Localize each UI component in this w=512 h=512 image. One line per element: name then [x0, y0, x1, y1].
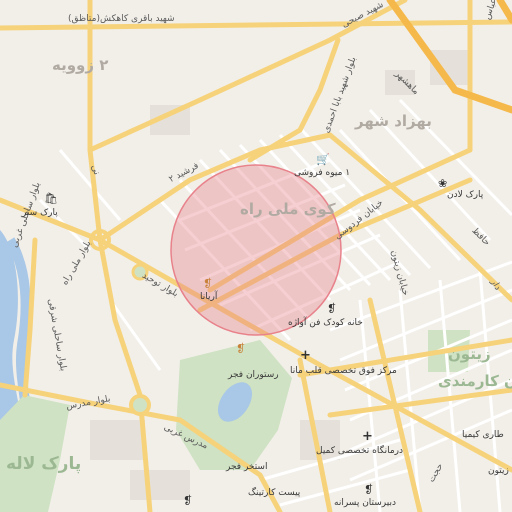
poi-label-estakhr-fajr[interactable]: استخر فجر [226, 462, 267, 472]
poi-label-park-satr[interactable]: پارک ستر [22, 208, 58, 218]
school2-icon[interactable]: ❡ [364, 484, 373, 495]
area-label-park-laleh: پارک لاله [6, 454, 82, 474]
poi-label-kimia[interactable]: طاری کیمیا [462, 430, 504, 440]
roundabout-south [129, 394, 151, 416]
area-label-zovieh: ۲ زوویه [52, 56, 109, 74]
park-tree-icon[interactable]: ❀ [438, 178, 447, 189]
poi-label-restoran-fajr[interactable]: رستوران فجر [228, 370, 279, 380]
poi-label-zeytoon[interactable]: زیتون [488, 466, 509, 476]
poi-label-pist-karting[interactable]: پیست کارتینگ [248, 488, 300, 498]
area-label-behzad-shahr: بهزاد شهر [355, 112, 432, 130]
area-label-zeytoon-top: زیتون [448, 345, 491, 363]
restaurant-icon[interactable]: ❡ [203, 278, 212, 289]
radius-circle [170, 164, 342, 336]
street-label-shahid-bagheri: شهید باقری کاهکش(متاظق) [68, 14, 175, 24]
poi-label-dabirestan[interactable]: دبیرستان پسرانه [334, 498, 396, 508]
hospital-icon[interactable]: + [300, 349, 311, 362]
map-view[interactable]: ۲ زوویه کوی ملی راه بهزاد شهر زیتون زیتو… [0, 0, 512, 512]
poi-label-ariana[interactable]: آریانا [200, 292, 217, 302]
area-label-karmandi: زیتون کارمندی [438, 372, 512, 390]
clinic-icon[interactable]: + [362, 430, 373, 443]
shop-cart-icon[interactable]: 🛒 [316, 154, 330, 165]
karting-icon[interactable]: ❡ [183, 495, 192, 506]
poi-label-park-lamar[interactable]: پارک لادن [447, 190, 483, 200]
area-label-koy-melli-rah: کوی ملی راه [240, 200, 336, 218]
shop-bag-icon[interactable]: 🛍 [44, 193, 58, 204]
fork-knife-icon[interactable]: ❡ [236, 343, 245, 354]
poi-label-darmangah[interactable]: درمانگاه تخصصی کمیل [316, 446, 403, 456]
poi-label-markaz-ghalb[interactable]: مرکز فوق تخصصی قلب مانا [290, 366, 397, 376]
poi-label-khane-koodak[interactable]: خانه کودک فن آواژه [288, 318, 363, 328]
poi-label-mive[interactable]: ۱ میوه فروشی [294, 168, 350, 178]
school-icon[interactable]: ❡ [327, 303, 336, 314]
